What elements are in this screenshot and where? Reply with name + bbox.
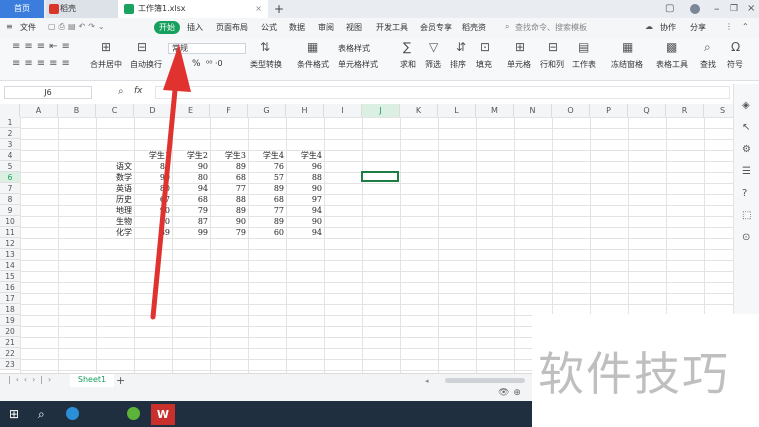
arrow-shaft (150, 77, 179, 320)
arrow-head (163, 44, 191, 92)
annotation-arrow (150, 44, 191, 320)
